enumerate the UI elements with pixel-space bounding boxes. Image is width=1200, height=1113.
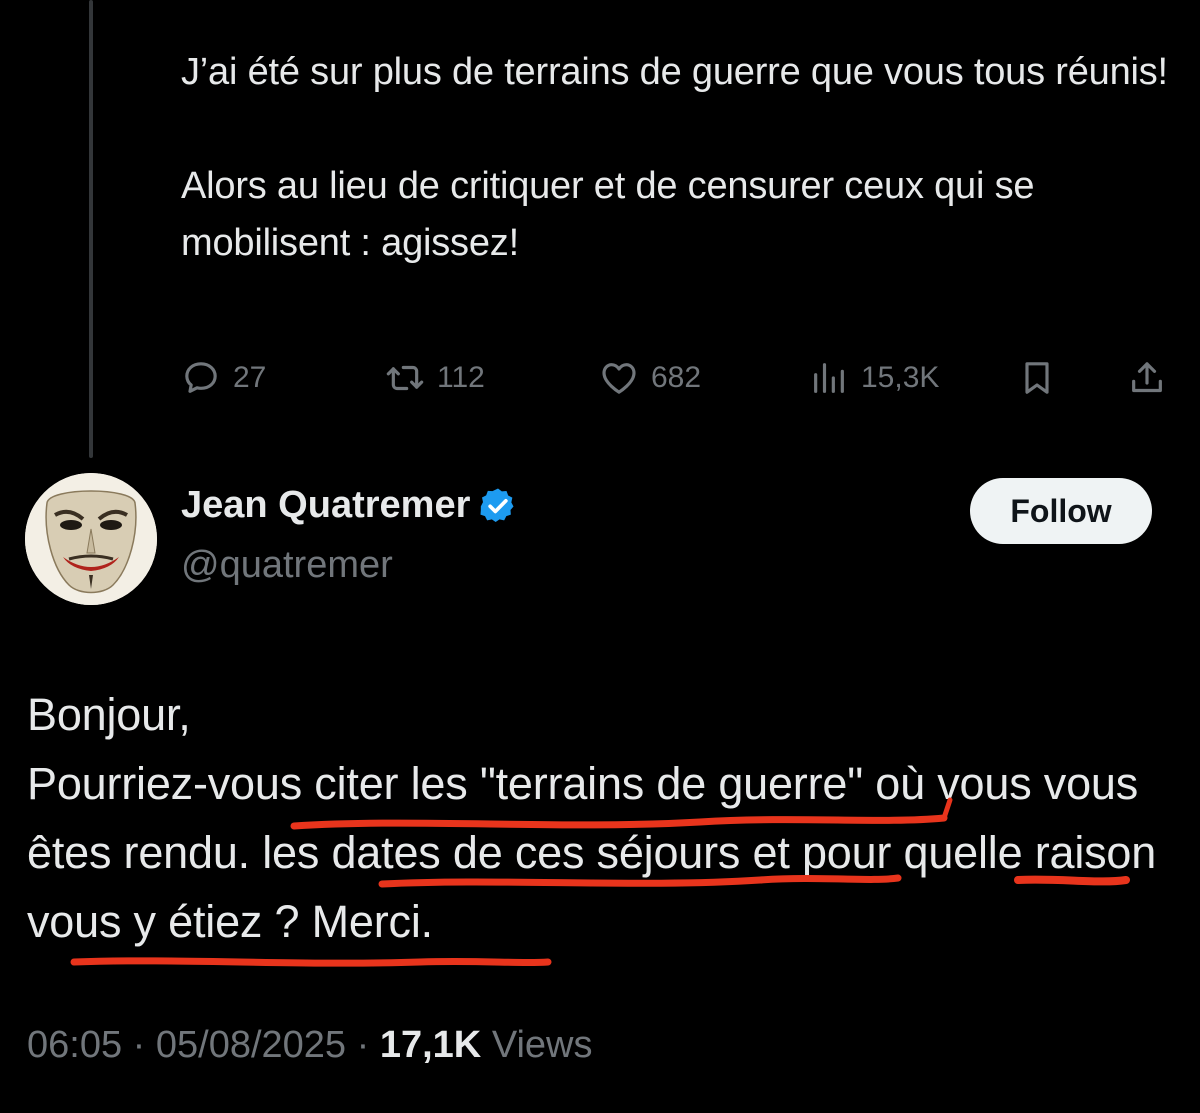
tweet-date[interactable]: 05/08/2025 [156,1024,346,1066]
verified-badge-icon [480,488,514,522]
tweet-views-count: 17,1K [379,1024,482,1066]
views-count: 15,3K [861,361,940,394]
meta-separator-2: · [356,1024,370,1066]
reply-icon [185,362,217,393]
like-icon [602,363,636,394]
bookmark-button[interactable] [1017,350,1057,406]
tweet-views-label: Views [491,1024,593,1066]
author-name-text: Jean Quatremer [181,484,471,526]
parent-tweet-paragraph-2: Alors au lieu de critiquer et de censure… [181,165,1035,264]
repost-icon [386,365,424,391]
follow-button[interactable]: Follow [970,478,1152,544]
parent-tweet-text: J’ai été sur plus de terrains de guerre … [181,44,1171,272]
author-avatar[interactable] [25,473,157,605]
reply-tweet-text: Bonjour, Pourriez-vous citer les "terrai… [27,680,1187,956]
share-button[interactable] [1127,350,1167,406]
reply-tweet-line-1: Bonjour, [27,689,191,740]
repost-button[interactable]: 112 [385,350,485,406]
like-count: 682 [651,361,702,394]
thread-connector-line [89,0,93,458]
views-icon [814,363,844,393]
author-handle[interactable]: @quatremer [181,544,393,587]
underline-quelle-raison-vous-y [70,957,552,967]
like-button[interactable]: 682 [599,350,701,406]
reply-count: 27 [233,361,267,394]
share-icon [1132,362,1162,393]
bookmark-icon [1025,362,1049,394]
parent-tweet-paragraph-1: J’ai été sur plus de terrains de guerre … [181,51,1168,93]
tweet-time[interactable]: 06:05 [27,1024,122,1066]
reply-tweet-line-2: Pourriez-vous citer les "terrains de gue… [27,758,1157,947]
author-name[interactable]: Jean Quatremer [181,484,518,527]
meta-separator-1: · [132,1024,146,1066]
views-button[interactable]: 15,3K [809,350,939,406]
mask-avatar-icon [25,473,157,605]
tweet-meta: 06:05 · 05/08/2025 · 17,1K Views [27,1024,593,1067]
repost-count: 112 [437,361,485,394]
reply-button[interactable]: 27 [181,350,266,406]
parent-tweet-actions: 27 112 682 15,3K [181,350,1171,406]
